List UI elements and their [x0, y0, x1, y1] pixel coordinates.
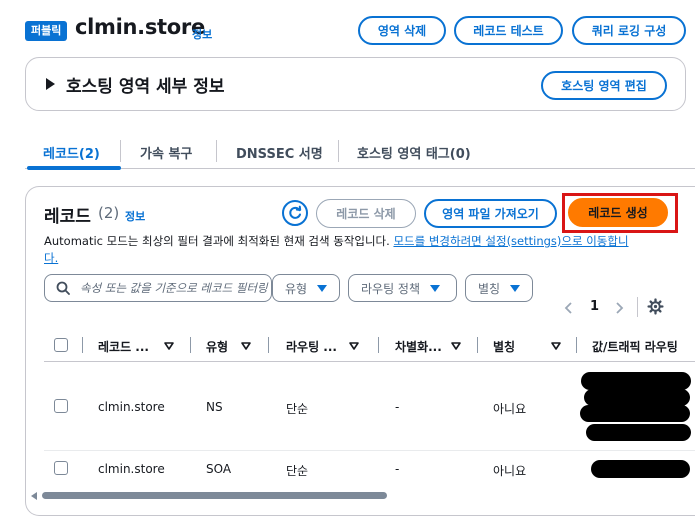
record-routing-cell: 단순	[286, 464, 309, 478]
sort-icon[interactable]	[550, 340, 562, 352]
test-record-button[interactable]: 레코드 테스트	[454, 16, 563, 45]
redacted-value	[586, 424, 691, 441]
delete-zone-button[interactable]: 영역 삭제	[358, 16, 446, 45]
alias-filter-select[interactable]: 별칭	[465, 274, 533, 302]
edit-zone-button[interactable]: 호스팅 영역 편집	[541, 71, 667, 100]
current-page[interactable]: 1	[590, 299, 599, 314]
type-filter-label: 유형	[285, 281, 308, 296]
column-divider	[378, 337, 379, 353]
record-alias-cell: 아니요	[493, 464, 527, 478]
redacted-value	[580, 405, 690, 422]
record-type-cell: SOA	[206, 462, 232, 476]
alias-filter-label: 별칭	[478, 281, 501, 296]
sort-icon[interactable]	[450, 340, 462, 352]
tab-records[interactable]: 레코드(2)	[43, 143, 100, 162]
search-mode-description: Automatic 모드는 최상의 필터 결과에 최적화된 현재 검색 동작입니…	[44, 233, 679, 249]
zone-details-title[interactable]: 호스팅 영역 세부 정보	[66, 72, 225, 97]
sort-icon[interactable]	[163, 340, 175, 352]
tab-divider	[216, 140, 217, 162]
column-divider	[576, 337, 577, 353]
tab-divider	[338, 140, 339, 162]
record-type-cell: NS	[206, 400, 223, 414]
redacted-value	[591, 460, 690, 478]
delete-record-button[interactable]: 레코드 삭제	[316, 199, 416, 228]
type-filter-select[interactable]: 유형	[272, 274, 340, 302]
column-header-type[interactable]: 유형	[206, 338, 228, 355]
page-title: clmin.store	[75, 15, 205, 39]
tab-divider	[120, 140, 121, 162]
caret-down-icon	[430, 284, 441, 292]
search-input[interactable]: 속성 또는 값을 기준으로 레코드 필터링	[44, 274, 272, 302]
gear-icon[interactable]	[647, 298, 664, 315]
records-title: 레코드	[44, 207, 91, 227]
caret-down-icon	[510, 284, 521, 292]
sort-icon[interactable]	[348, 340, 360, 352]
redacted-value	[581, 372, 691, 390]
row-checkbox[interactable]	[54, 399, 68, 413]
create-record-button[interactable]: 레코드 생성	[568, 198, 668, 227]
tabs-baseline	[25, 168, 695, 169]
caret-down-icon	[317, 284, 328, 292]
active-tab-indicator	[27, 166, 121, 170]
tab-zone-tags[interactable]: 호스팅 영역 태그(0)	[357, 143, 471, 162]
column-header-alias[interactable]: 별칭	[493, 338, 515, 355]
refresh-button[interactable]	[282, 200, 308, 226]
search-icon	[56, 281, 70, 295]
pagination-divider	[637, 297, 638, 317]
public-badge: 퍼블릭	[25, 21, 68, 41]
column-header-value[interactable]: 값/트래픽 라우팅	[592, 338, 678, 355]
record-alias-cell: 아니요	[493, 402, 527, 416]
settings-link[interactable]: 모드를 변경하려면 설정(settings)으로 이동합니	[393, 234, 628, 248]
search-placeholder: 속성 또는 값을 기준으로 레코드 필터링	[80, 281, 268, 295]
query-logging-button[interactable]: 쿼리 로깅 구성	[572, 16, 686, 45]
chevron-left-icon[interactable]	[564, 301, 574, 315]
column-header-record-name[interactable]: 레코드 ...	[98, 338, 149, 355]
row-checkbox[interactable]	[54, 461, 68, 475]
records-count: (2)	[98, 204, 120, 222]
horizontal-scrollbar-thumb[interactable]	[42, 492, 387, 499]
record-routing-cell: 단순	[286, 402, 309, 416]
record-diff-cell: -	[395, 400, 400, 414]
records-info-link[interactable]: 정보	[125, 208, 145, 224]
column-header-differentiator[interactable]: 차별화...	[395, 338, 442, 355]
expand-caret-icon[interactable]	[46, 78, 55, 90]
description-text: Automatic 모드는 최상의 필터 결과에 최적화된 현재 검색 동작입니…	[44, 234, 390, 248]
record-name-cell[interactable]: clmin.store	[98, 400, 165, 414]
refresh-icon	[289, 205, 302, 219]
routing-filter-label: 라우팅 정책	[361, 281, 421, 296]
redacted-value	[584, 389, 690, 406]
column-divider	[268, 337, 269, 353]
chevron-right-icon[interactable]	[614, 301, 624, 315]
column-divider	[82, 337, 83, 353]
column-divider	[190, 337, 191, 353]
record-name-cell[interactable]: clmin.store	[98, 462, 165, 476]
scroll-left-arrow-icon[interactable]	[31, 492, 37, 500]
import-zone-file-button[interactable]: 영역 파일 가져오기	[424, 199, 557, 228]
column-header-routing[interactable]: 라우팅 ...	[286, 338, 337, 355]
routing-filter-select[interactable]: 라우팅 정책	[348, 274, 457, 302]
settings-link-continued[interactable]: 다.	[44, 250, 58, 266]
title-info-link[interactable]: 정보	[192, 26, 212, 42]
select-all-checkbox[interactable]	[54, 338, 68, 352]
column-divider	[477, 337, 478, 353]
tab-dnssec[interactable]: DNSSEC 서명	[236, 143, 323, 162]
record-diff-cell: -	[395, 462, 400, 476]
sort-icon[interactable]	[240, 340, 252, 352]
tab-accelerated-recovery[interactable]: 가속 복구	[140, 143, 192, 162]
